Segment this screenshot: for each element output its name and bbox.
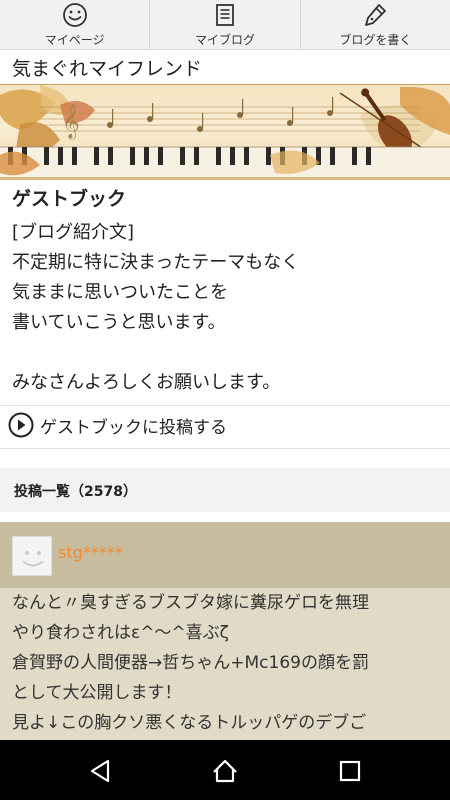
blog-introduction: [ブログ紹介文] 不定期に特に決まったテーマもなく 気ままに思いついたことを 書… <box>12 218 442 398</box>
entry-line: として大公開します！ <box>12 683 182 703</box>
entry-line: やり食わされはε^〜^喜ぶζ <box>12 623 229 643</box>
smiley-face-icon <box>62 3 87 27</box>
nav-mypage-label: マイページ <box>44 33 105 47</box>
intro-line <box>12 338 442 368</box>
blog-banner: 𝄞 <box>0 84 450 180</box>
nav-myblog[interactable]: マイブログ <box>150 0 301 49</box>
entry-body: なんと〃臭すぎるブスブタ嫁に糞尿ゲロを無理 やり食わされはε^〜^喜ぶζ 倉賀野… <box>0 588 450 740</box>
nav-myblog-label: マイブログ <box>194 33 255 47</box>
divider <box>0 405 450 406</box>
entry-username[interactable]: stg***** <box>58 543 123 562</box>
blog-title[interactable]: 気まぐれマイフレンド <box>12 54 202 81</box>
play-circle-icon <box>8 412 34 438</box>
nav-write-blog[interactable]: ブログを書く <box>301 0 450 49</box>
intro-line: [ブログ紹介文] <box>12 222 135 243</box>
avatar[interactable] <box>12 536 52 576</box>
intro-line: みなさんよろしくお願いします。 <box>12 372 281 393</box>
default-avatar-icon <box>23 551 43 567</box>
home-icon[interactable] <box>211 757 239 785</box>
recents-icon[interactable] <box>336 757 364 785</box>
nav-mypage[interactable]: マイページ <box>0 0 151 49</box>
intro-line: 気ままに思いついたことを <box>12 282 228 303</box>
guestbook-heading: ゲストブック <box>12 188 127 210</box>
nav-write-blog-label: ブログを書く <box>339 33 412 47</box>
post-list-count: 投稿一覧（2578） <box>14 484 137 500</box>
entry-header: stg***** <box>0 522 450 588</box>
entry-line: 見よ↓この胸クソ悪くなるトルッパゲのデブご <box>12 713 367 733</box>
intro-line: 不定期に特に決まったテーマもなく <box>12 252 300 273</box>
top-nav: マイページ マイブログ ブログを書く <box>0 0 450 50</box>
intro-line: 書いていこうと思います。 <box>12 312 226 333</box>
document-icon <box>216 4 234 26</box>
system-nav-bar <box>0 740 450 800</box>
svg-text:𝄞: 𝄞 <box>62 104 80 140</box>
entry-line: 倉賀野の人間便器→哲ちゃん+Mc169の顔を罰 <box>12 653 369 673</box>
entry-line: なんと〃臭すぎるブスブタ嫁に糞尿ゲロを無理 <box>12 593 369 613</box>
banner-illustration: 𝄞 <box>0 85 450 177</box>
back-icon[interactable] <box>86 757 114 785</box>
post-to-guestbook-label: ゲストブックに投稿する <box>40 417 227 438</box>
post-list-header: 投稿一覧（2578） <box>0 468 450 512</box>
pen-icon <box>365 4 387 26</box>
post-to-guestbook-link[interactable]: ゲストブックに投稿する <box>8 412 227 438</box>
divider <box>0 448 450 449</box>
